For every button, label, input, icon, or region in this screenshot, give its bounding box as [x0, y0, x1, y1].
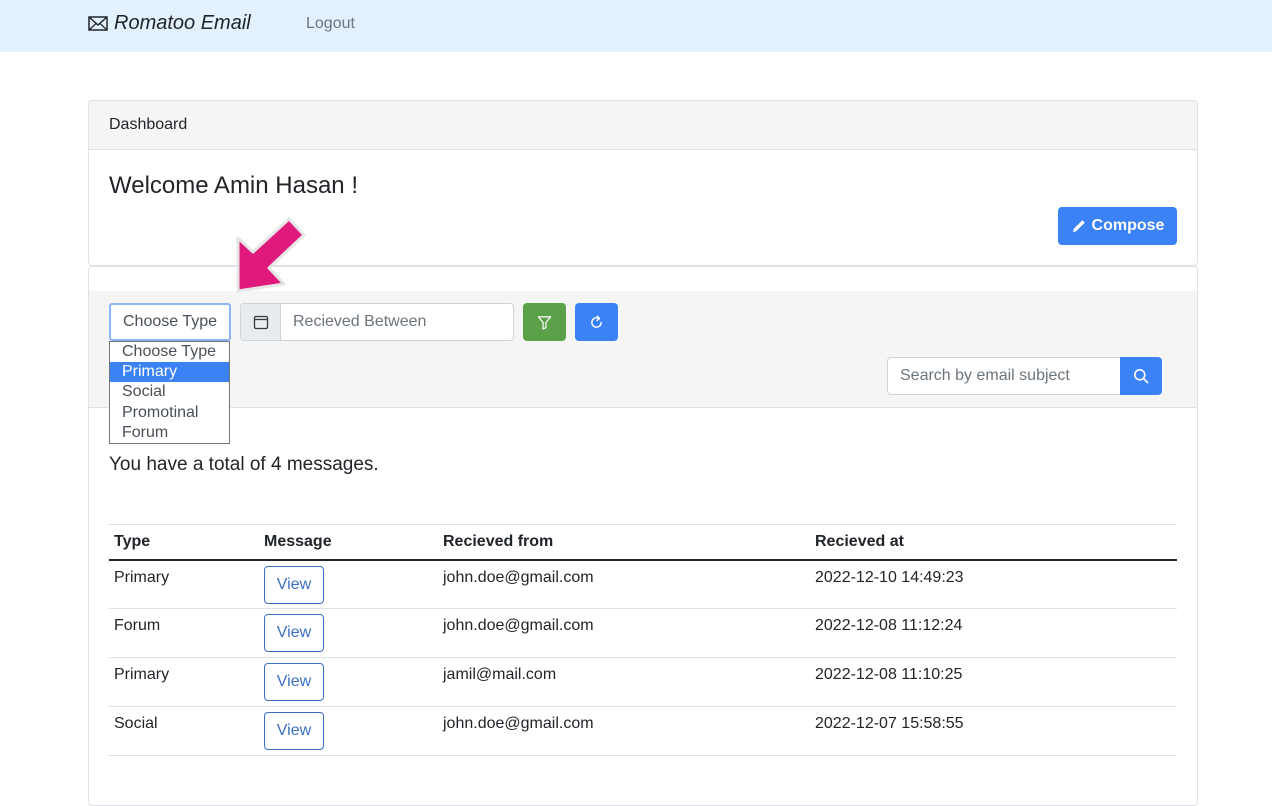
- envelope-icon: [88, 16, 108, 31]
- cell-type: Social: [109, 706, 259, 756]
- cell-from: john.doe@gmail.com: [438, 706, 810, 756]
- compose-label: Compose: [1091, 217, 1165, 234]
- cell-message: View: [259, 706, 438, 756]
- cell-from: john.doe@gmail.com: [438, 608, 810, 658]
- column-header-message: Message: [259, 524, 438, 561]
- cell-message: View: [259, 559, 438, 609]
- pencil-icon: [1072, 219, 1085, 232]
- messages-card: Choose Type Recieved Between Search by e…: [88, 266, 1198, 806]
- column-header-type: Type: [109, 524, 259, 561]
- cell-from: john.doe@gmail.com: [438, 559, 810, 609]
- filter-bar: Choose Type: [89, 291, 1197, 408]
- annotation-arrow: [236, 217, 306, 293]
- type-option-forum[interactable]: Forum: [110, 423, 229, 443]
- search-group: [887, 357, 1162, 395]
- cell-type: Forum: [109, 608, 259, 658]
- date-range-input[interactable]: [281, 304, 513, 340]
- funnel-icon: [537, 315, 552, 330]
- table-row: Forum View john.doe@gmail.com 2022-12-08…: [109, 608, 1177, 658]
- search-input[interactable]: [887, 357, 1120, 395]
- search-icon: [1134, 369, 1149, 384]
- table-row: Primary View john.doe@gmail.com 2022-12-…: [109, 559, 1177, 609]
- type-dropdown-list: Choose Type Primary Social Promotinal Fo…: [109, 341, 230, 444]
- cell-message: View: [259, 608, 438, 658]
- cell-at: 2022-12-08 11:10:25: [810, 657, 1177, 707]
- dashboard-header: Dashboard: [89, 101, 1197, 150]
- brand-name: Romatoo Email: [114, 12, 251, 34]
- view-button[interactable]: View: [264, 565, 324, 604]
- message-count: You have a total of 4 messages.: [109, 454, 379, 475]
- view-button[interactable]: View: [264, 614, 324, 652]
- cell-message: View: [259, 657, 438, 707]
- cell-from: jamil@mail.com: [438, 657, 810, 707]
- search-button[interactable]: [1120, 357, 1162, 395]
- messages-table: Type Message Recieved from Recieved at P…: [109, 524, 1177, 756]
- type-option-primary[interactable]: Primary: [110, 362, 229, 383]
- type-select[interactable]: Choose Type: [109, 303, 231, 341]
- brand-link[interactable]: Romatoo Email: [88, 12, 251, 35]
- welcome-message: Welcome Amin Hasan !: [109, 172, 358, 199]
- filter-button[interactable]: [523, 303, 566, 341]
- table-row: Primary View jamil@mail.com 2022-12-08 1…: [109, 657, 1177, 707]
- type-option-promotional[interactable]: Promotinal: [110, 403, 229, 423]
- reset-button[interactable]: [575, 303, 618, 341]
- refresh-icon: [591, 314, 602, 328]
- cell-type: Primary: [109, 559, 259, 609]
- column-header-from: Recieved from: [438, 524, 810, 561]
- calendar-icon[interactable]: [241, 304, 281, 340]
- type-option-social[interactable]: Social: [110, 382, 229, 402]
- view-button[interactable]: View: [264, 712, 324, 750]
- navbar: Romatoo Email Logout: [0, 0, 1272, 52]
- table-header-row: Type Message Recieved from Recieved at: [109, 524, 1177, 561]
- view-button[interactable]: View: [264, 663, 324, 701]
- compose-button[interactable]: Compose: [1058, 207, 1177, 245]
- cell-at: 2022-12-08 11:12:24: [810, 608, 1177, 658]
- logout-link[interactable]: Logout: [306, 15, 355, 33]
- date-range-group: [240, 303, 514, 341]
- column-header-at: Recieved at: [810, 524, 1177, 561]
- table-row: Social View john.doe@gmail.com 2022-12-0…: [109, 706, 1177, 756]
- cell-type: Primary: [109, 657, 259, 707]
- type-option-choose[interactable]: Choose Type: [110, 342, 229, 362]
- cell-at: 2022-12-10 14:49:23: [810, 559, 1177, 609]
- cell-at: 2022-12-07 15:58:55: [810, 706, 1177, 756]
